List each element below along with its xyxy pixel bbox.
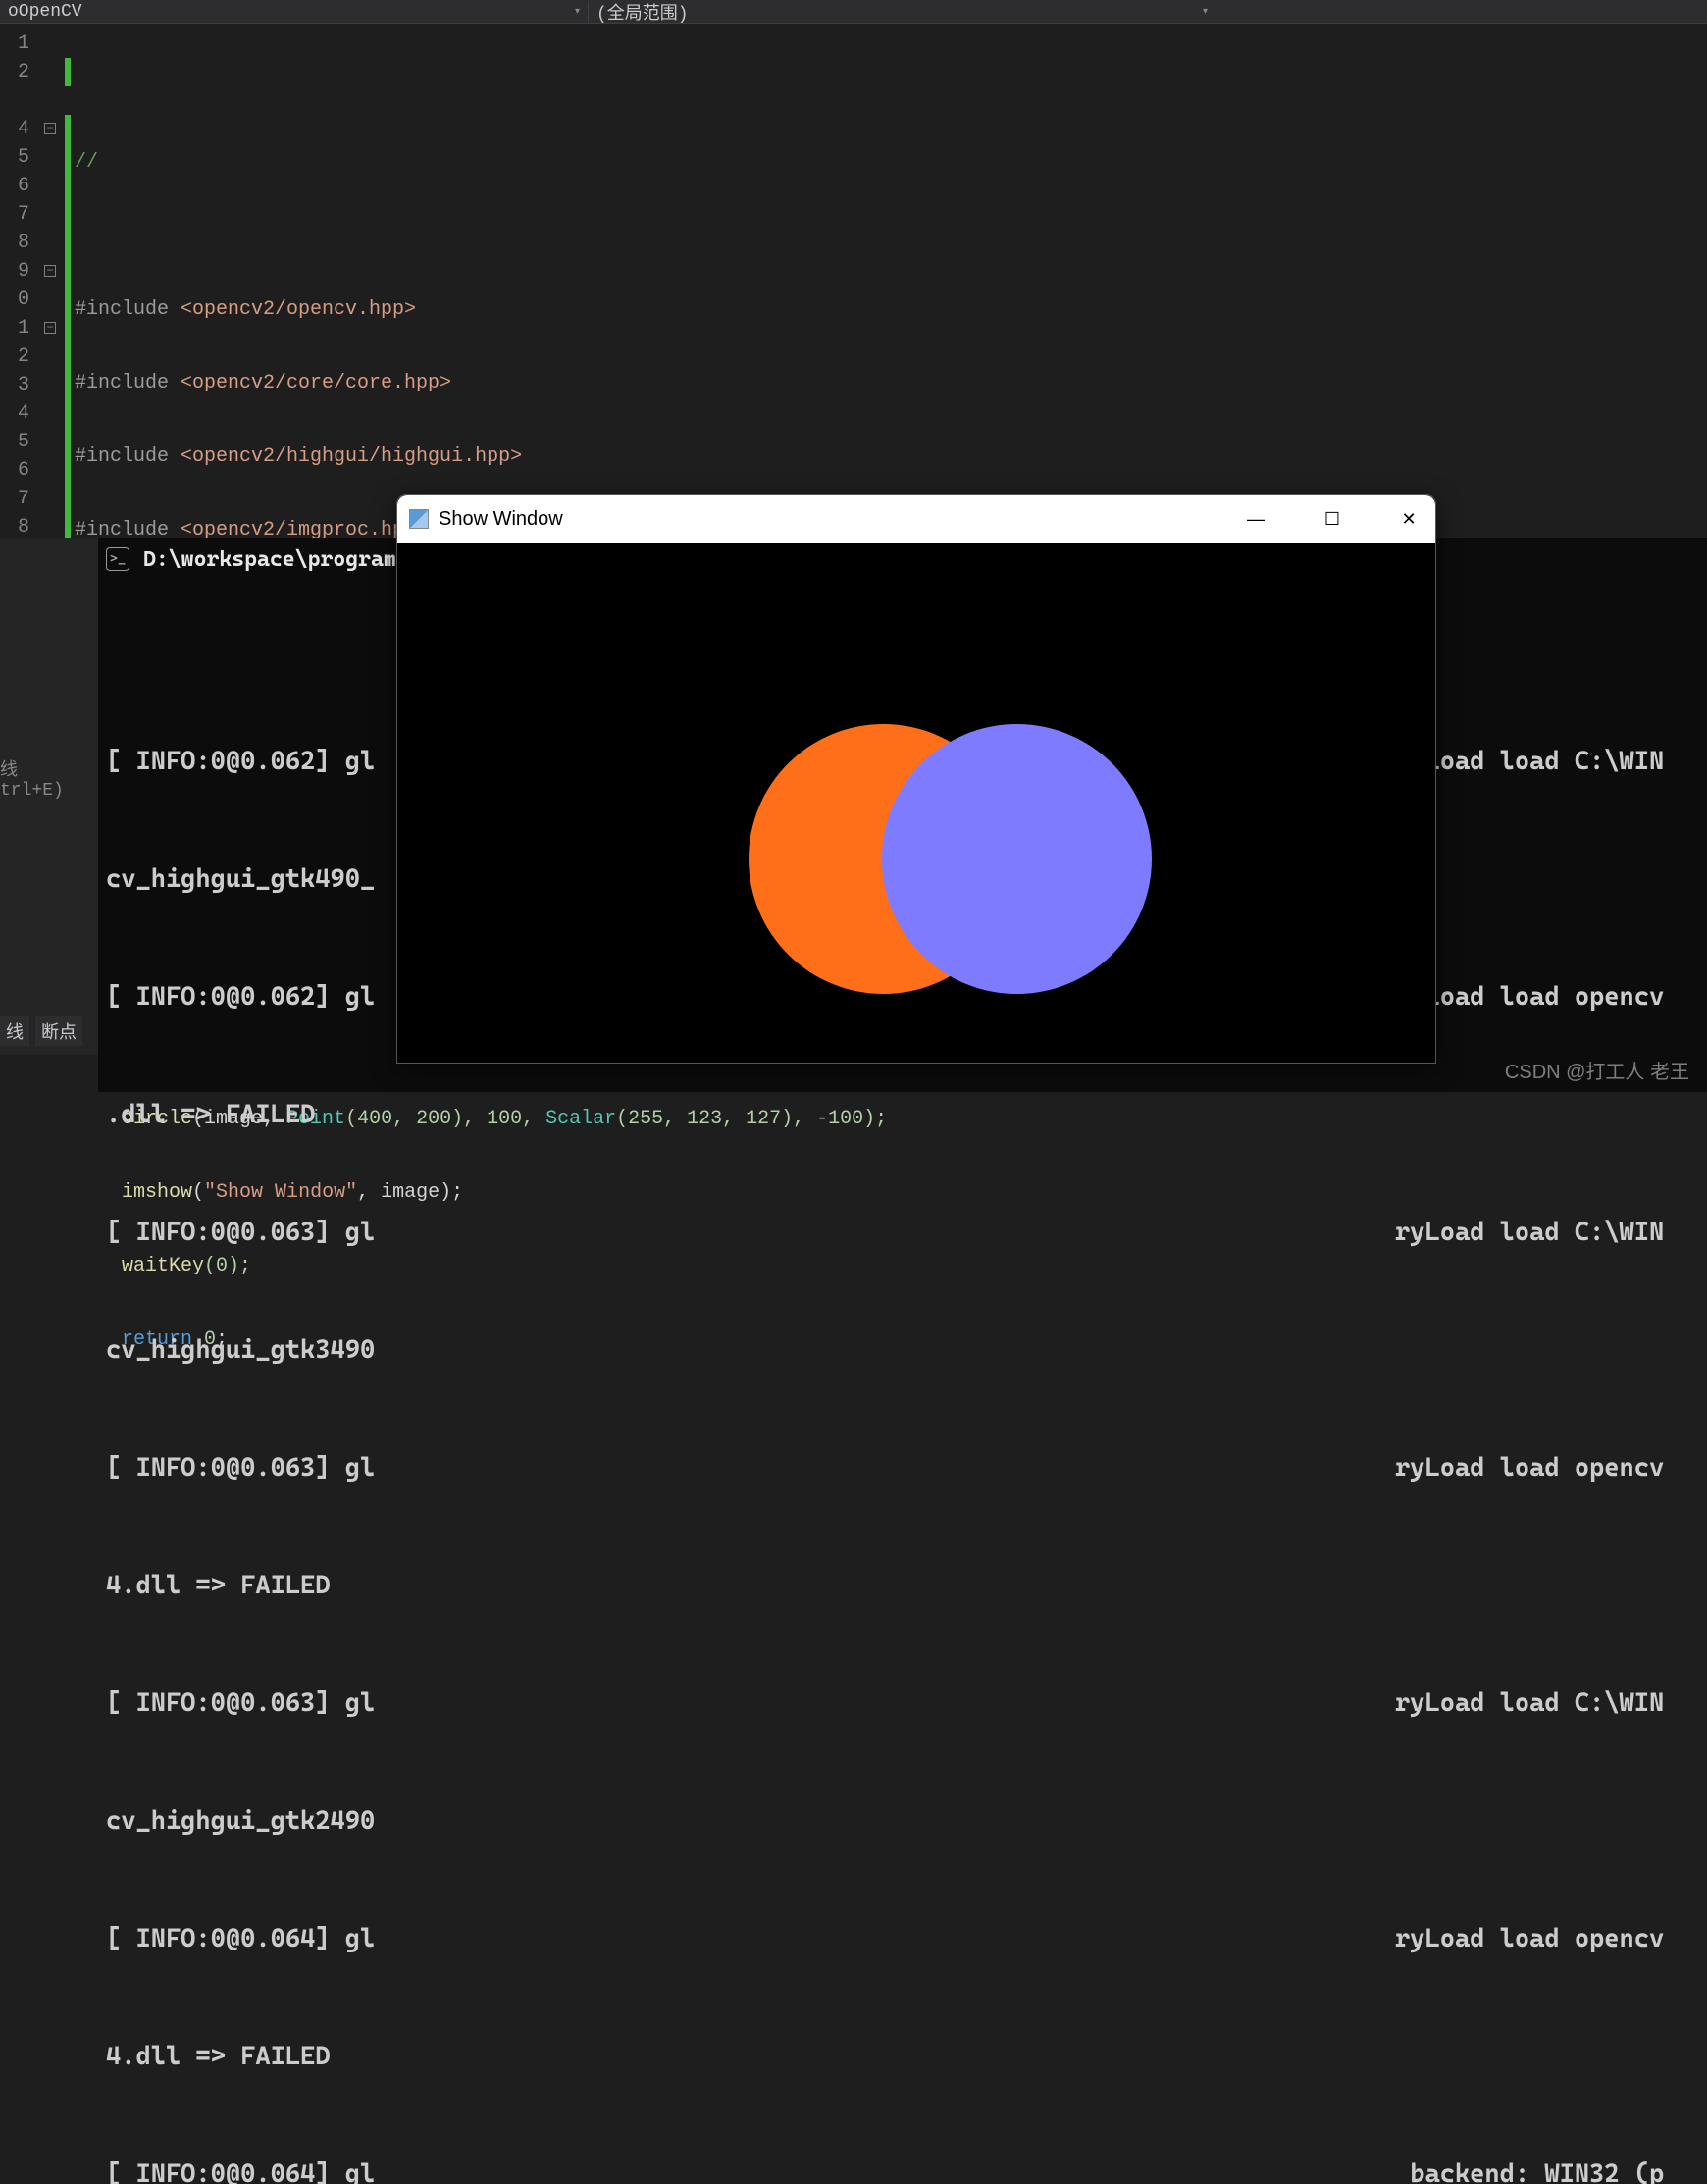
- terminal-icon: >_: [106, 547, 129, 571]
- bottom-tabs: 线 断点: [0, 1016, 82, 1046]
- top-toolbar: oOpenCV ▾ (全局范围) ▾: [0, 0, 1707, 24]
- terminal-title: D:\workspace\program\: [143, 547, 409, 572]
- fold-icon[interactable]: −: [44, 322, 56, 334]
- chevron-down-icon: ▾: [575, 6, 580, 18]
- window-controls: — ☐ ✕: [1241, 509, 1423, 530]
- opencv-window[interactable]: Show Window — ☐ ✕: [396, 494, 1436, 1064]
- terminal-left-col: [ INFO:0@0.062] gl cv_highgui_gtk490_ [ …: [106, 663, 390, 2184]
- opencv-window-title: Show Window: [439, 508, 563, 531]
- project-dropdown[interactable]: oOpenCV ▾: [0, 1, 589, 23]
- fold-icon[interactable]: −: [44, 123, 56, 134]
- tab-breakpoint[interactable]: 断点: [35, 1016, 82, 1046]
- watermark: CSDN @打工人 老王: [1505, 1056, 1689, 1084]
- chevron-down-icon: ▾: [1203, 6, 1208, 18]
- fold-icon[interactable]: −: [44, 265, 56, 277]
- opencv-titlebar[interactable]: Show Window — ☐ ✕: [397, 495, 1435, 543]
- scope-dropdown[interactable]: (全局范围) ▾: [589, 1, 1216, 23]
- scope-dropdown-label: (全局范围): [596, 0, 689, 25]
- maximize-button[interactable]: ☐: [1318, 509, 1347, 530]
- opencv-canvas: [397, 543, 1435, 1063]
- circle-blue: [882, 724, 1152, 994]
- tab-thread[interactable]: 线: [0, 1016, 29, 1046]
- side-label: 线 trl+E): [0, 755, 64, 801]
- close-button[interactable]: ✕: [1394, 509, 1423, 530]
- project-dropdown-label: oOpenCV: [8, 2, 82, 22]
- app-icon: [409, 509, 429, 529]
- terminal-right-col: ryLoad load C:\WIN ryLoad load opencv ry…: [1395, 663, 1699, 2184]
- minimize-button[interactable]: —: [1241, 509, 1270, 530]
